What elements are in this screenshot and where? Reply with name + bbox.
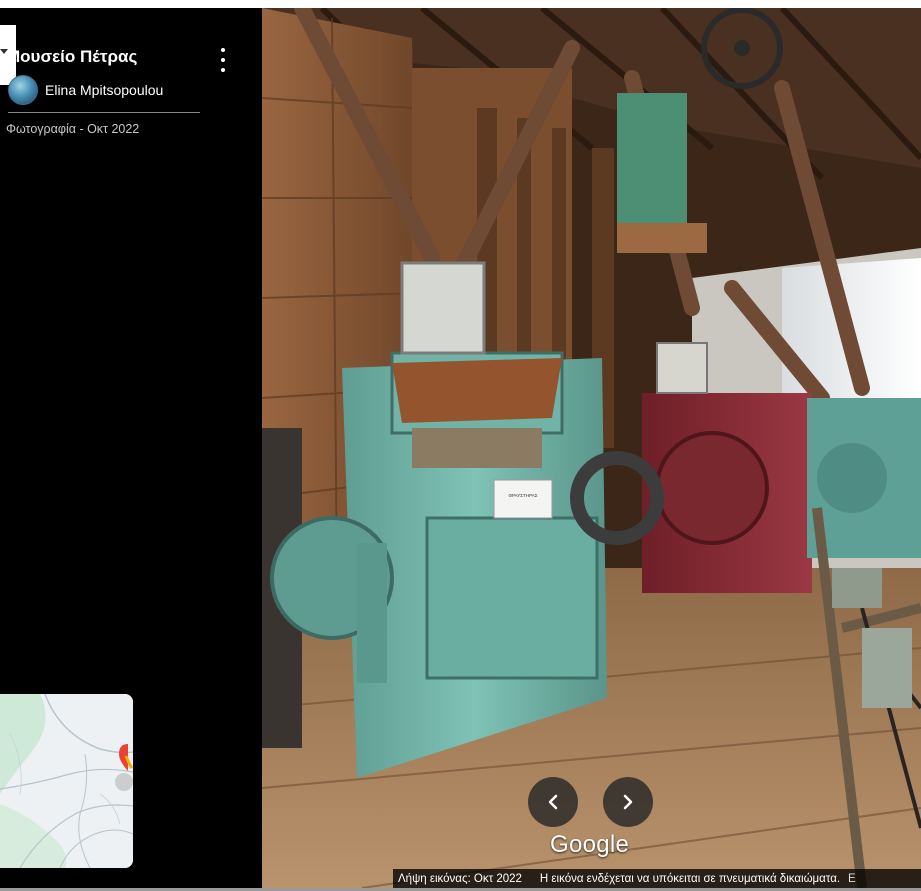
more-vert-icon[interactable] bbox=[214, 48, 232, 72]
author-row[interactable]: Elina Mpitsopoulou bbox=[8, 75, 163, 105]
next-photo-button[interactable] bbox=[603, 777, 653, 827]
more-attribution[interactable]: E bbox=[848, 873, 856, 885]
chevron-left-icon bbox=[548, 794, 558, 810]
copyright-notice[interactable]: Η εικόνα ενδέχεται να υπόκειται σε πνευμ… bbox=[540, 873, 840, 885]
chevron-right-icon bbox=[623, 794, 633, 810]
minimap-graphic bbox=[0, 694, 133, 868]
photo-meta: Φωτογραφία - Οκτ 2022 bbox=[6, 122, 140, 136]
panorama-image: ΘΡΑΥΣΤΗΡΑΣ bbox=[262, 8, 921, 888]
google-logo: Google bbox=[550, 831, 630, 858]
info-panel: Μουσείο Πέτρας Elina Mpitsopoulou Φωτογρ… bbox=[0, 8, 262, 888]
top-bar bbox=[0, 0, 921, 8]
divider bbox=[8, 112, 200, 113]
photo-viewer[interactable]: ΘΡΑΥΣΤΗΡΑΣ Google bbox=[262, 8, 921, 888]
previous-photo-button[interactable] bbox=[528, 777, 578, 827]
attribution-bar: Λήψη εικόνας: Οκτ 2022 Η εικόνα ενδέχετα… bbox=[393, 869, 921, 888]
street-view-app: Μουσείο Πέτρας Elina Mpitsopoulou Φωτογρ… bbox=[0, 0, 921, 891]
minimap[interactable] bbox=[0, 694, 133, 868]
place-title[interactable]: Μουσείο Πέτρας bbox=[6, 47, 137, 67]
avatar-icon[interactable] bbox=[8, 75, 38, 105]
capture-date: Λήψη εικόνας: Οκτ 2022 bbox=[398, 872, 522, 885]
svg-text:ΘΡΑΥΣΤΗΡΑΣ: ΘΡΑΥΣΤΗΡΑΣ bbox=[508, 493, 537, 498]
author-name[interactable]: Elina Mpitsopoulou bbox=[45, 82, 163, 98]
